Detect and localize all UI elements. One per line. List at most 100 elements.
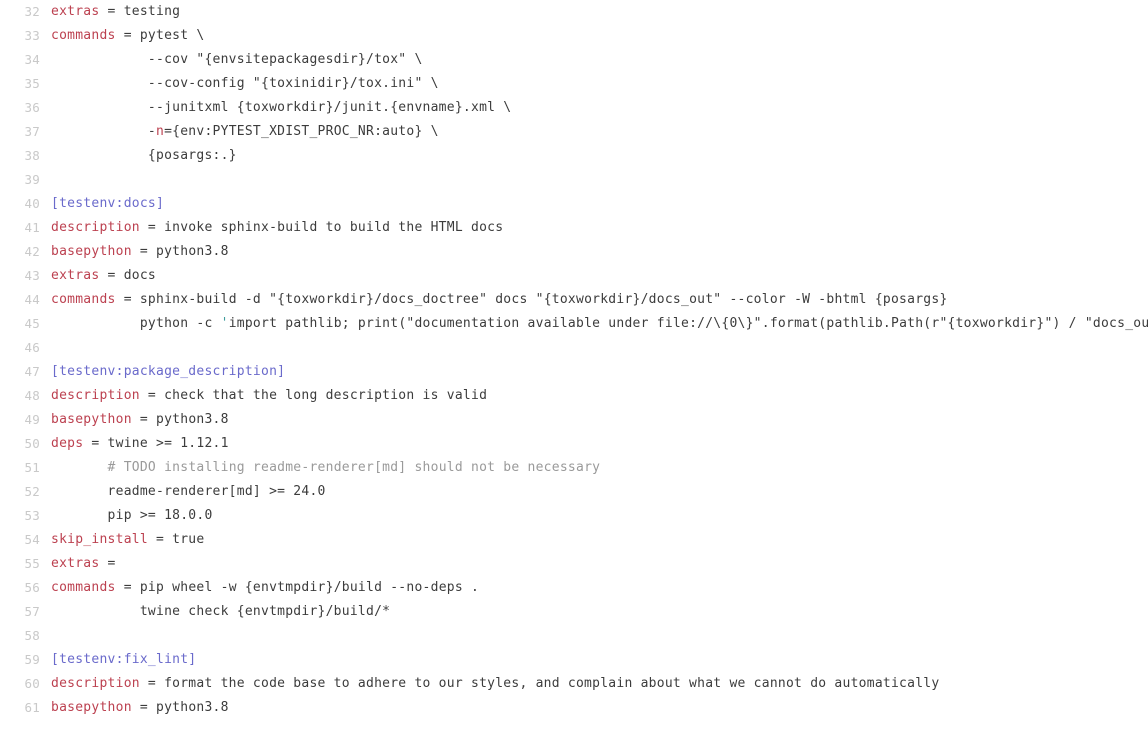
line-number: 50 xyxy=(24,436,40,451)
line-number: 53 xyxy=(24,508,40,523)
code-token: commands xyxy=(51,580,116,595)
code-line: 37 -n={env:PYTEST_XDIST_PROC_NR:auto} \ xyxy=(0,120,1148,144)
code-line-text[interactable]: [testenv:fix_lint] xyxy=(40,648,1148,672)
code-token: description xyxy=(51,676,140,691)
code-line-text[interactable]: [testenv:package_description] xyxy=(40,360,1148,384)
code-token: = xyxy=(99,556,116,571)
code-line: 41 description = invoke sphinx-build to b… xyxy=(0,216,1148,240)
code-line: 38 {posargs:.} xyxy=(0,144,1148,168)
code-line-text[interactable]: readme-renderer[md] >= 24.0 xyxy=(40,480,1148,504)
line-number: 58 xyxy=(24,628,40,643)
code-line: 36 --junitxml {toxworkdir}/junit.{envnam… xyxy=(0,96,1148,120)
line-number: 47 xyxy=(24,364,40,379)
code-line: 33 commands = pytest \ xyxy=(0,24,1148,48)
code-line-list: 32 extras = testing 33 commands = pytest \ 3… xyxy=(0,0,1148,720)
line-number: 55 xyxy=(24,556,40,571)
code-token: n xyxy=(156,124,165,139)
code-token: ' xyxy=(220,316,229,331)
code-token: = check that the long description is val… xyxy=(139,388,488,403)
code-token: = python3.8 xyxy=(131,700,229,715)
code-line-text[interactable]: {posargs:.} xyxy=(40,144,1148,168)
code-token: deps xyxy=(51,436,84,451)
code-token: pip >= 18.0.0 xyxy=(51,508,213,523)
code-line: 50 deps = twine >= 1.12.1 xyxy=(0,432,1148,456)
line-number: 59 xyxy=(24,652,40,667)
code-line-text[interactable]: --junitxml {toxworkdir}/junit.{envname}.… xyxy=(40,96,1148,120)
code-line-text[interactable]: --cov-config "{toxinidir}/tox.ini" \ xyxy=(40,72,1148,96)
code-token: = pytest \ xyxy=(115,28,205,43)
code-token: --cov-config "{toxinidir}/tox.ini" \ xyxy=(51,76,439,91)
code-token: --cov "{envsitepackagesdir}/tox" \ xyxy=(51,52,423,67)
code-token: commands xyxy=(51,292,116,307)
code-line: 43 extras = docs xyxy=(0,264,1148,288)
code-token: = true xyxy=(147,532,205,547)
source-code-viewer[interactable]: 32 extras = testing 33 commands = pytest \ 3… xyxy=(0,0,1148,729)
code-line-text[interactable]: --cov "{envsitepackagesdir}/tox" \ xyxy=(40,48,1148,72)
code-token: # TODO installing readme-renderer[md] sh… xyxy=(107,460,601,475)
line-number: 46 xyxy=(24,340,40,355)
code-line: 54 skip_install = true xyxy=(0,528,1148,552)
code-line-text[interactable]: python -c 'import pathlib; print("docume… xyxy=(40,312,1148,336)
code-line-text[interactable]: basepython = python3.8 xyxy=(40,408,1148,432)
code-line-text[interactable]: basepython = python3.8 xyxy=(40,696,1148,720)
code-token: {posargs:.} xyxy=(51,148,237,163)
code-line: 53 pip >= 18.0.0 xyxy=(0,504,1148,528)
code-line: 58 xyxy=(0,624,1148,648)
code-line: 52 readme-renderer[md] >= 24.0 xyxy=(0,480,1148,504)
code-token: extras xyxy=(51,556,100,571)
line-number: 60 xyxy=(24,676,40,691)
line-number: 44 xyxy=(24,292,40,307)
code-line-text[interactable]: description = format the code base to ad… xyxy=(40,672,1148,696)
code-line-text[interactable]: commands = pip wheel -w {envtmpdir}/buil… xyxy=(40,576,1148,600)
code-line-text[interactable]: commands = pytest \ xyxy=(40,24,1148,48)
line-number: 52 xyxy=(24,484,40,499)
code-line-text[interactable]: -n={env:PYTEST_XDIST_PROC_NR:auto} \ xyxy=(40,120,1148,144)
line-number: 41 xyxy=(24,220,40,235)
code-token: [testenv:fix_lint] xyxy=(51,652,197,667)
line-number: 51 xyxy=(24,460,40,475)
line-number: 34 xyxy=(24,52,40,67)
code-line-text[interactable]: skip_install = true xyxy=(40,528,1148,552)
line-number: 48 xyxy=(24,388,40,403)
line-number: 38 xyxy=(24,148,40,163)
code-line: 45 python -c 'import pathlib; print("doc… xyxy=(0,312,1148,336)
line-number: 43 xyxy=(24,268,40,283)
code-token: basepython xyxy=(51,700,132,715)
code-line: 46 xyxy=(0,336,1148,360)
code-token: twine check {envtmpdir}/build/* xyxy=(51,604,391,619)
code-line-text[interactable]: deps = twine >= 1.12.1 xyxy=(40,432,1148,456)
code-line-text[interactable]: [testenv:docs] xyxy=(40,192,1148,216)
code-line-text[interactable]: description = check that the long descri… xyxy=(40,384,1148,408)
code-line: 39 xyxy=(0,168,1148,192)
line-number: 42 xyxy=(24,244,40,259)
code-line: 34 --cov "{envsitepackagesdir}/tox" \ xyxy=(0,48,1148,72)
code-token: = python3.8 xyxy=(131,244,229,259)
code-line: 40 [testenv:docs] xyxy=(0,192,1148,216)
code-line-text[interactable]: extras = xyxy=(40,552,1148,576)
code-line-text[interactable]: commands = sphinx-build -d "{toxworkdir}… xyxy=(40,288,1148,312)
code-line: 61 basepython = python3.8 xyxy=(0,696,1148,720)
code-line-text[interactable]: basepython = python3.8 xyxy=(40,240,1148,264)
code-token: readme-renderer[md] >= 24.0 xyxy=(51,484,326,499)
code-line-text[interactable]: extras = docs xyxy=(40,264,1148,288)
code-token: basepython xyxy=(51,244,132,259)
code-token: = format the code base to adhere to our … xyxy=(139,676,940,691)
code-line-text[interactable]: description = invoke sphinx-build to bui… xyxy=(40,216,1148,240)
code-token: = twine >= 1.12.1 xyxy=(83,436,229,451)
line-number: 39 xyxy=(24,172,40,187)
code-token: - xyxy=(51,124,156,139)
line-number: 35 xyxy=(24,76,40,91)
code-token: = docs xyxy=(99,268,157,283)
code-line-text[interactable]: extras = testing xyxy=(40,0,1148,24)
code-line: 42 basepython = python3.8 xyxy=(0,240,1148,264)
code-line-text[interactable]: pip >= 18.0.0 xyxy=(40,504,1148,528)
code-token: description xyxy=(51,388,140,403)
code-line-text[interactable]: # TODO installing readme-renderer[md] sh… xyxy=(40,456,1148,480)
line-number: 57 xyxy=(24,604,40,619)
code-line: 32 extras = testing xyxy=(0,0,1148,24)
code-line: 57 twine check {envtmpdir}/build/* xyxy=(0,600,1148,624)
code-line: 60 description = format the code base to … xyxy=(0,672,1148,696)
code-token: = invoke sphinx-build to build the HTML … xyxy=(139,220,504,235)
code-line-text[interactable]: twine check {envtmpdir}/build/* xyxy=(40,600,1148,624)
